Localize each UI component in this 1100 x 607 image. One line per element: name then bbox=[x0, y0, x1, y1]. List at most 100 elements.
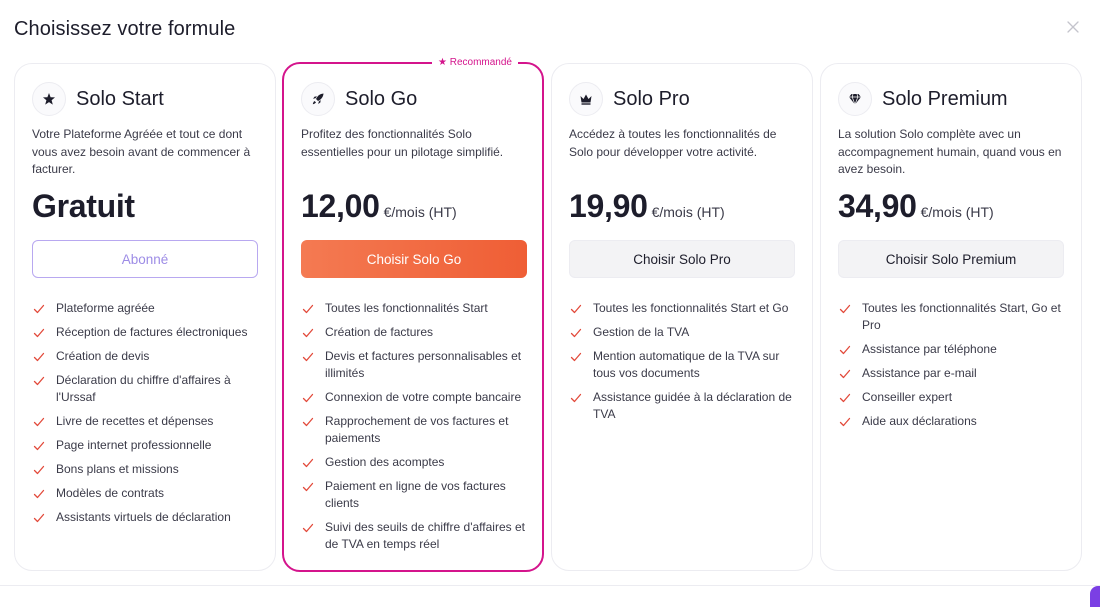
check-icon bbox=[32, 487, 46, 501]
check-icon bbox=[32, 326, 46, 340]
price-amount: 12,00 bbox=[301, 188, 380, 224]
feature-text: Déclaration du chiffre d'affaires à l'Ur… bbox=[56, 373, 231, 404]
list-item: Plateforme agréée bbox=[32, 300, 264, 317]
list-item: Page internet professionnelle bbox=[32, 437, 264, 454]
feature-text: Toutes les fonctionnalités Start bbox=[325, 301, 488, 315]
list-item: Toutes les fonctionnalités Start et Go bbox=[569, 300, 801, 317]
check-icon bbox=[32, 511, 46, 525]
price-amount: Gratuit bbox=[32, 188, 135, 224]
list-item: Toutes les fonctionnalités Start bbox=[301, 300, 533, 317]
check-icon bbox=[301, 302, 315, 316]
plan-description: Accédez à toutes les fonctionnalités de … bbox=[569, 127, 777, 159]
plan-icon-badge bbox=[569, 82, 603, 116]
list-item: Création de devis bbox=[32, 348, 264, 365]
feature-text: Gestion de la TVA bbox=[593, 325, 690, 339]
plan-price: 12,00 €/mois (HT) bbox=[301, 188, 457, 225]
feature-text: Gestion des acomptes bbox=[325, 455, 445, 469]
check-icon bbox=[301, 480, 315, 494]
check-icon bbox=[32, 374, 46, 388]
star-icon bbox=[43, 93, 55, 105]
feature-text: Page internet professionnelle bbox=[56, 438, 212, 452]
choose-solo-go-button[interactable]: Choisir Solo Go bbox=[301, 240, 527, 278]
list-item: Aide aux déclarations bbox=[838, 413, 1070, 430]
feature-text: Aide aux déclarations bbox=[862, 414, 977, 428]
plan-header: Solo Go bbox=[301, 82, 417, 116]
price-unit: €/mois (HT) bbox=[651, 204, 725, 220]
list-item: Modèles de contrats bbox=[32, 485, 264, 502]
feature-text: Mention automatique de la TVA sur tous v… bbox=[593, 349, 780, 380]
choose-solo-pro-button[interactable]: Choisir Solo Pro bbox=[569, 240, 795, 278]
list-item: Devis et factures personnalisables et il… bbox=[301, 348, 533, 382]
plan-name: Solo Premium bbox=[882, 87, 1008, 110]
check-icon bbox=[32, 463, 46, 477]
rocket-icon bbox=[312, 93, 324, 105]
feature-list: Toutes les fonctionnalités Start et Go G… bbox=[569, 300, 801, 430]
feature-text: Rapprochement de vos factures et paiemen… bbox=[325, 414, 509, 445]
plan-description: La solution Solo complète avec un accomp… bbox=[838, 127, 1062, 176]
feature-text: Toutes les fonctionnalités Start et Go bbox=[593, 301, 789, 315]
list-item: Paiement en ligne de vos factures client… bbox=[301, 478, 533, 512]
feature-text: Réception de factures électroniques bbox=[56, 325, 248, 339]
feature-text: Paiement en ligne de vos factures client… bbox=[325, 479, 506, 510]
diamond-icon bbox=[849, 93, 861, 106]
modal-title: Choisissez votre formule bbox=[14, 18, 236, 40]
plan-icon-badge bbox=[838, 82, 872, 116]
list-item: Suivi des seuils de chiffre d'affaires e… bbox=[301, 519, 533, 553]
plan-name: Solo Start bbox=[76, 87, 164, 110]
price-unit: €/mois (HT) bbox=[920, 204, 994, 220]
list-item: Mention automatique de la TVA sur tous v… bbox=[569, 348, 801, 382]
plan-description: Profitez des fonctionnalités Solo essent… bbox=[301, 127, 504, 159]
feature-list: Toutes les fonctionnalités Start Créatio… bbox=[301, 300, 533, 560]
feature-list: Plateforme agréée Réception de factures … bbox=[32, 300, 264, 533]
feature-text: Devis et factures personnalisables et il… bbox=[325, 349, 522, 380]
feature-text: Création de devis bbox=[56, 349, 150, 363]
list-item: Connexion de votre compte bancaire bbox=[301, 389, 533, 406]
plan-name: Solo Go bbox=[345, 87, 418, 110]
feature-text: Plateforme agréée bbox=[56, 301, 155, 315]
check-icon bbox=[569, 350, 583, 364]
feature-text: Assistants virtuels de déclaration bbox=[56, 510, 231, 524]
check-icon bbox=[301, 350, 315, 364]
recommended-badge: ★ Recommandé bbox=[432, 54, 518, 72]
list-item: Création de factures bbox=[301, 324, 533, 341]
check-icon bbox=[32, 439, 46, 453]
feature-list: Toutes les fonctionnalités Start, Go et … bbox=[838, 300, 1070, 437]
crown-icon bbox=[580, 94, 592, 105]
feature-text: Assistance par téléphone bbox=[862, 342, 997, 356]
check-icon bbox=[569, 391, 583, 405]
check-icon bbox=[838, 302, 852, 316]
check-icon bbox=[569, 326, 583, 340]
footer-divider bbox=[0, 585, 1100, 586]
plan-card-solo-premium: Solo Premium La solution Solo complète a… bbox=[820, 63, 1082, 571]
plan-card-solo-start: Solo Start Votre Plateforme Agréée et to… bbox=[14, 63, 276, 571]
feature-text: Bons plans et missions bbox=[56, 462, 179, 476]
feature-text: Modèles de contrats bbox=[56, 486, 165, 500]
list-item: Gestion de la TVA bbox=[569, 324, 801, 341]
choose-solo-premium-button[interactable]: Choisir Solo Premium bbox=[838, 240, 1064, 278]
check-icon bbox=[301, 415, 315, 429]
plan-header: Solo Pro bbox=[569, 82, 690, 116]
check-icon bbox=[301, 391, 315, 405]
plan-icon-badge bbox=[32, 82, 66, 116]
check-icon bbox=[32, 415, 46, 429]
check-icon bbox=[838, 391, 852, 405]
list-item: Gestion des acomptes bbox=[301, 454, 533, 471]
check-icon bbox=[301, 521, 315, 535]
subscribed-button[interactable]: Abonné bbox=[32, 240, 258, 278]
plan-header: Solo Start bbox=[32, 82, 164, 116]
list-item: Toutes les fonctionnalités Start, Go et … bbox=[838, 300, 1070, 334]
plan-selection-modal: Choisissez votre formule Solo Start Votr… bbox=[0, 0, 1100, 607]
check-icon bbox=[838, 415, 852, 429]
list-item: Livre de recettes et dépenses bbox=[32, 413, 264, 430]
plan-name: Solo Pro bbox=[613, 87, 690, 110]
close-button[interactable] bbox=[1064, 18, 1082, 36]
plan-header: Solo Premium bbox=[838, 82, 1008, 116]
close-icon bbox=[1067, 21, 1079, 33]
plan-description: Votre Plateforme Agréée et tout ce dont … bbox=[32, 127, 251, 176]
chat-launcher-button[interactable] bbox=[1090, 586, 1100, 607]
list-item: Bons plans et missions bbox=[32, 461, 264, 478]
feature-text: Suivi des seuils de chiffre d'affaires e… bbox=[325, 520, 525, 551]
list-item: Assistance guidée à la déclaration de TV… bbox=[569, 389, 801, 423]
plan-card-solo-go: ★ Recommandé Solo Go Profitez des foncti… bbox=[282, 54, 544, 572]
feature-text: Toutes les fonctionnalités Start, Go et … bbox=[862, 301, 1061, 332]
